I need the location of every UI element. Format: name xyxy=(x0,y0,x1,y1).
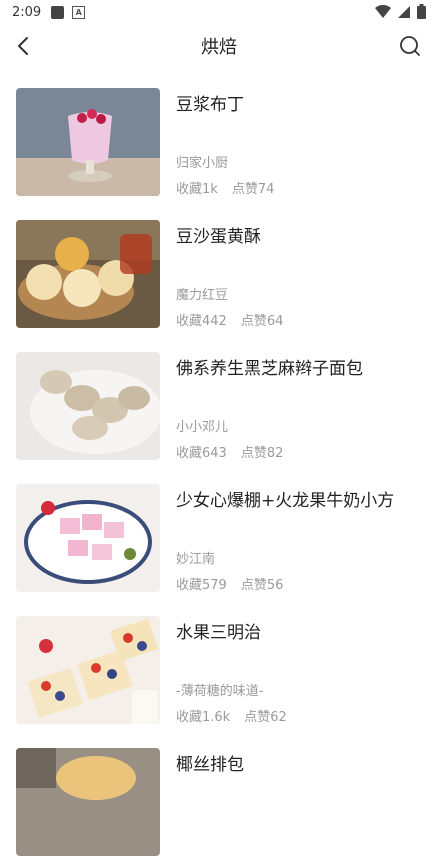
recipe-stats: 收藏1.6k 点赞62 xyxy=(176,706,287,725)
favorites-count: 收藏1k xyxy=(176,182,218,197)
recipe-thumbnail xyxy=(16,748,160,856)
recipe-stats: 收藏1k 点赞74 xyxy=(176,178,274,197)
status-time: 2:09 xyxy=(12,4,42,20)
recipe-stats: 收藏442 点赞64 xyxy=(176,310,283,329)
likes-count: 点赞62 xyxy=(244,710,287,725)
recipe-author: 小小邓儿 xyxy=(176,420,229,435)
likes-count: 点赞56 xyxy=(240,578,284,593)
recipe-thumbnail xyxy=(16,220,160,328)
likes-count: 点赞64 xyxy=(240,314,284,329)
recipe-item[interactable]: 少女心爆棚+火龙果牛奶小方 妙江南 收藏579 点赞56 xyxy=(0,484,438,593)
favorites-count: 收藏1.6k xyxy=(176,710,231,725)
recipe-title: 水果三明治 xyxy=(176,623,261,643)
page-title: 烘焙 xyxy=(201,37,237,58)
favorites-count: 收藏579 xyxy=(176,578,227,593)
recipe-item[interactable]: 佛系养生黑芝麻辫子面包 小小邓儿 收藏643 点赞82 xyxy=(0,352,438,461)
likes-count: 点赞82 xyxy=(240,446,284,461)
recipe-title: 豆沙蛋黄酥 xyxy=(176,227,261,247)
recipe-item[interactable]: 豆沙蛋黄酥 魔力红豆 收藏442 点赞64 xyxy=(0,220,438,329)
recipe-thumbnail xyxy=(16,88,160,196)
recipe-title: 佛系养生黑芝麻辫子面包 xyxy=(176,359,363,379)
recipe-list: 豆浆布丁 归家小厨 收藏1k 点赞74 豆沙蛋黄酥 魔力红豆 收藏442 点赞64 xyxy=(0,88,438,856)
likes-count: 点赞74 xyxy=(231,182,275,197)
recipe-stats: 收藏579 点赞56 xyxy=(176,574,283,593)
recipe-item[interactable]: 水果三明治 -薄荷糖的味道- 收藏1.6k 点赞62 xyxy=(0,616,438,725)
wifi-icon xyxy=(375,4,391,18)
recipe-title: 少女心爆棚+火龙果牛奶小方 xyxy=(176,491,395,511)
recipe-title: 豆浆布丁 xyxy=(176,95,244,115)
nav-bar: 烘焙 xyxy=(0,24,438,68)
keyboard-icon: A xyxy=(72,5,86,19)
search-icon[interactable] xyxy=(398,34,422,58)
favorites-count: 收藏442 xyxy=(176,314,227,329)
recipe-author: -薄荷糖的味道- xyxy=(176,684,264,699)
recipe-author: 魔力红豆 xyxy=(176,288,229,303)
status-bar: 2:09 A xyxy=(0,0,438,24)
recipe-title: 椰丝排包 xyxy=(176,755,244,775)
recipe-author: 归家小厨 xyxy=(176,156,229,171)
recipe-thumbnail xyxy=(16,484,160,592)
recipe-thumbnail xyxy=(16,352,160,460)
recipe-item[interactable]: 豆浆布丁 归家小厨 收藏1k 点赞74 xyxy=(0,88,438,197)
recipe-item[interactable]: 椰丝排包 xyxy=(0,748,438,856)
recipe-stats: 收藏643 点赞82 xyxy=(176,442,283,461)
notification-icon xyxy=(51,5,65,19)
signal-icon xyxy=(398,5,410,18)
battery-icon xyxy=(417,4,426,19)
favorites-count: 收藏643 xyxy=(176,446,227,461)
recipe-thumbnail xyxy=(16,616,160,724)
back-arrow-icon[interactable] xyxy=(12,34,36,58)
recipe-author: 妙江南 xyxy=(176,552,216,567)
